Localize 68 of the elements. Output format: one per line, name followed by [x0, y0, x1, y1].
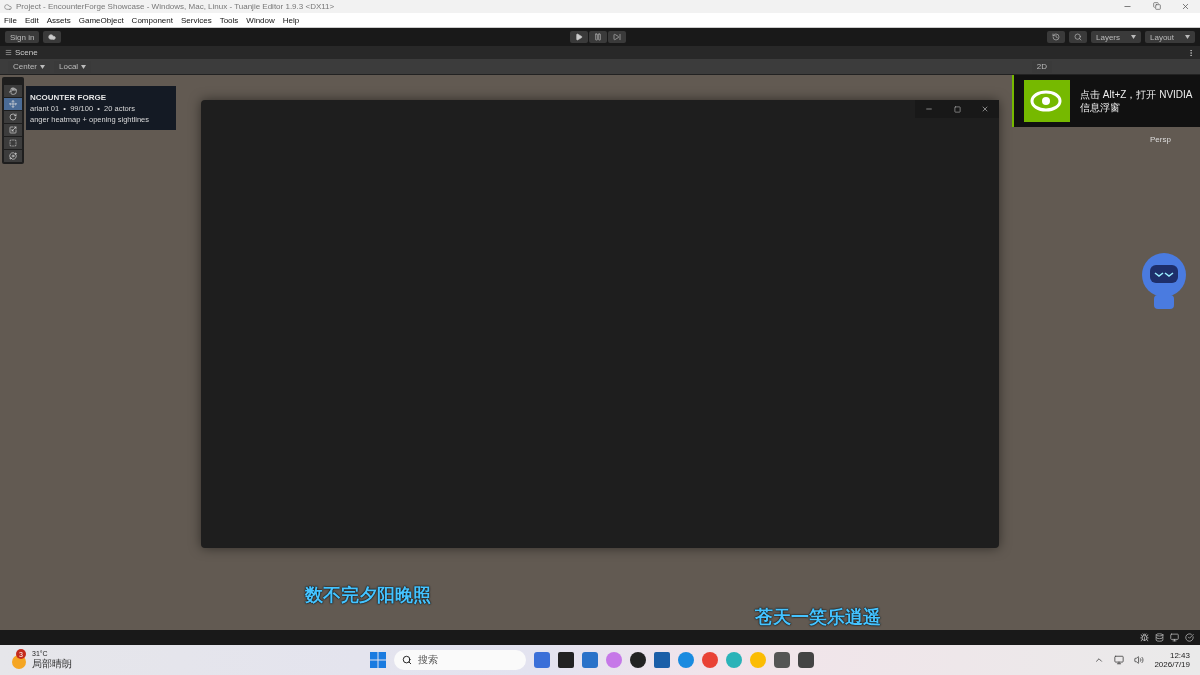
eye-logo-icon [1024, 80, 1070, 122]
bug-icon [1140, 633, 1149, 642]
layout-dropdown[interactable]: Layout [1145, 31, 1195, 43]
close-icon [981, 105, 989, 113]
menu-item[interactable]: File [4, 15, 17, 25]
subtitle-text: 苍天一笑乐逍遥 [755, 606, 881, 629]
search-button[interactable] [1069, 31, 1087, 43]
chevron-up-icon[interactable] [1094, 655, 1105, 665]
menu-item[interactable]: Edit [24, 15, 39, 25]
menu-item[interactable]: Assets [46, 15, 71, 25]
rotate-tool[interactable] [4, 111, 22, 123]
monitor-icon[interactable] [1114, 655, 1125, 665]
menu-item[interactable]: Component [131, 15, 173, 25]
scene-tab[interactable]: Scene [15, 48, 38, 57]
rotate-icon [9, 113, 17, 121]
menu-item[interactable]: Services [180, 15, 212, 25]
pause-icon [594, 33, 602, 41]
hand-tool[interactable] [4, 85, 22, 97]
more-icon[interactable] [1187, 48, 1195, 57]
layers-dropdown[interactable]: Layers [1091, 31, 1141, 43]
step-button[interactable] [608, 31, 626, 43]
play-icon [575, 33, 583, 41]
scene-tab-icon [5, 49, 12, 56]
caret-icon [40, 64, 45, 69]
speaker-icon[interactable] [1134, 655, 1145, 665]
history-icon [1052, 33, 1060, 41]
maximize-icon [953, 105, 961, 113]
pause-button[interactable] [589, 31, 607, 43]
persp-label[interactable]: Persp [1150, 135, 1171, 144]
start-icon[interactable] [370, 652, 386, 668]
menu-item[interactable]: GameObject [78, 15, 124, 25]
cloud-button[interactable] [43, 31, 62, 43]
monitor-icon [1170, 633, 1179, 642]
search-field[interactable]: 搜索 [394, 650, 526, 670]
caret-icon [1131, 35, 1136, 39]
info-title: NCOUNTER FORGE [30, 92, 107, 102]
window-title: Project - EncounterForge Showcase - Windows, Mac, Linux - Tuanjie Editor 1.9.3 <DX11> [16, 2, 335, 11]
menu-item[interactable]: Window [246, 15, 275, 25]
orbit-icon [9, 152, 17, 160]
clock-date[interactable]: 2026/7/19 [1154, 660, 1190, 669]
notification-text: 点击 Alt+Z，打开 NVIDIA 信息浮窗 [1080, 88, 1194, 114]
hand-icon [9, 87, 17, 95]
search-icon [402, 655, 412, 665]
rect-icon [9, 139, 17, 147]
cloud-icon [48, 33, 57, 41]
app-icon[interactable] [630, 652, 646, 668]
close-icon [1181, 2, 1190, 11]
database-icon [1155, 633, 1164, 642]
caret-icon [1185, 35, 1190, 39]
play-button[interactable] [570, 31, 588, 43]
step-icon [613, 33, 621, 41]
sign-in-button[interactable]: Sign in [5, 31, 40, 43]
transform-tool[interactable] [4, 150, 22, 162]
search-icon [1074, 33, 1082, 41]
scale-icon [9, 126, 17, 134]
history-button[interactable] [1047, 31, 1065, 43]
check-icon [1185, 633, 1194, 642]
menu-item[interactable]: Tools [219, 15, 239, 25]
restore-icon [1152, 2, 1161, 10]
move-tool[interactable] [4, 98, 22, 110]
move-arrows-icon [9, 100, 17, 108]
menu-item[interactable]: Help [282, 15, 300, 25]
scale-tool[interactable] [4, 124, 22, 136]
caret-icon [81, 64, 87, 69]
minimize-icon [925, 105, 933, 113]
clock-time[interactable]: 12:43 [1169, 651, 1190, 660]
weather-condition: 局部晴朗 [32, 656, 72, 671]
subtitle-text: 数不完夕阳晚照 [305, 584, 431, 607]
